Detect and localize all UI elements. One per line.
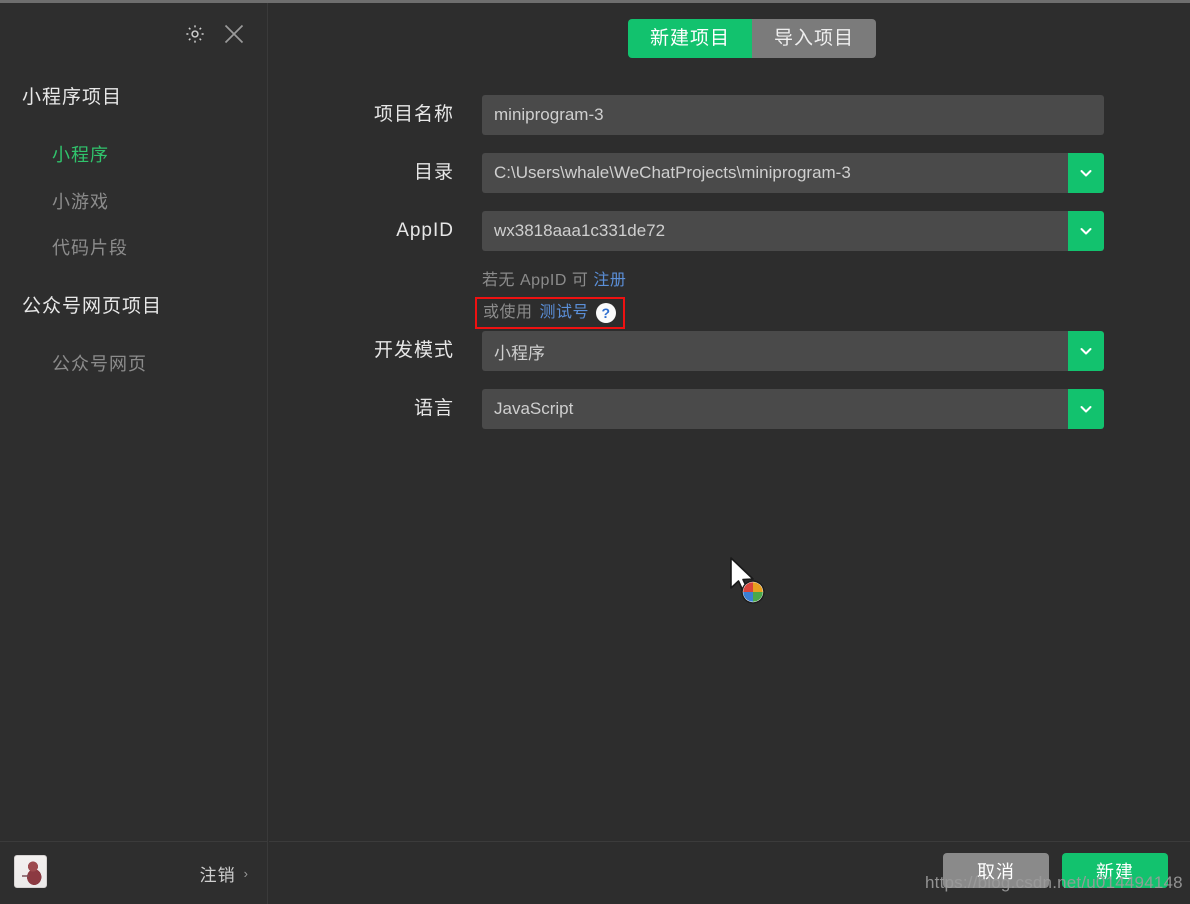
form-row-project-name: 项目名称 miniprogram-3 xyxy=(269,95,1190,153)
sidebar-item-official-account-page[interactable]: 公众号网页 xyxy=(52,350,147,376)
logout-button[interactable]: 注销 › xyxy=(200,861,249,886)
appid-input[interactable]: wx3818aaa1c331de72 xyxy=(482,211,1104,251)
sidebar-item-miniprogram[interactable]: 小程序 xyxy=(52,141,109,167)
tab-import-project[interactable]: 导入项目 xyxy=(752,19,877,58)
dev-mode-label: 开发模式 xyxy=(373,340,454,361)
sidebar-section-title-official-account: 公众号网页项目 xyxy=(22,296,163,317)
sidebar-item-label: 小程序 xyxy=(52,145,109,165)
close-icon[interactable] xyxy=(219,19,249,49)
appid-hint-prefix: 若无 AppID 可 xyxy=(482,272,594,289)
form-row-language: 语言 JavaScript xyxy=(269,389,1190,447)
appid-label: AppID xyxy=(396,220,454,241)
app-window: 小程序项目 小程序 小游戏 代码片段 公众号网页项目 公众号网页 注销 › 新建… xyxy=(0,0,1190,904)
sidebar-item-codesnippet[interactable]: 代码片段 xyxy=(52,234,128,260)
form-row-appid-hint: 若无 AppID 可 注册 或使用 测试号 ? xyxy=(269,269,1190,331)
test-account-link[interactable]: 测试号 xyxy=(540,301,590,324)
language-label: 语言 xyxy=(413,398,454,419)
avatar[interactable] xyxy=(14,855,47,888)
tab-label: 新建项目 xyxy=(650,28,731,49)
test-account-highlight-box: 或使用 测试号 ? xyxy=(475,297,626,329)
chevron-down-icon[interactable] xyxy=(1068,211,1104,251)
new-project-form: 项目名称 miniprogram-3 目录 C:\Users\whale\WeC… xyxy=(269,95,1190,447)
language-select[interactable]: JavaScript xyxy=(482,389,1104,429)
register-link[interactable]: 注册 xyxy=(593,272,626,289)
main-panel: 新建项目 导入项目 项目名称 miniprogram-3 目录 C:\Users… xyxy=(269,3,1190,904)
tab-new-project[interactable]: 新建项目 xyxy=(628,19,753,58)
main-footer: 取消 新建 xyxy=(269,841,1190,904)
appid-hint-prefix-2: 或使用 xyxy=(483,304,533,321)
sidebar-footer: 注销 › xyxy=(0,841,267,904)
project-name-value: miniprogram-3 xyxy=(494,105,604,124)
create-button[interactable]: 新建 xyxy=(1062,853,1168,888)
sidebar-item-minigame[interactable]: 小游戏 xyxy=(52,188,109,214)
dev-mode-select[interactable]: 小程序 xyxy=(482,331,1104,371)
form-row-appid: AppID wx3818aaa1c331de72 xyxy=(269,211,1190,269)
chevron-down-icon[interactable] xyxy=(1068,389,1104,429)
directory-value: C:\Users\whale\WeChatProjects\miniprogra… xyxy=(494,163,851,182)
form-row-directory: 目录 C:\Users\whale\WeChatProjects\minipro… xyxy=(269,153,1190,211)
language-value: JavaScript xyxy=(494,399,574,418)
project-name-input[interactable]: miniprogram-3 xyxy=(482,95,1104,135)
help-question-icon[interactable]: ? xyxy=(596,302,617,323)
logout-label: 注销 xyxy=(199,866,236,885)
cancel-button[interactable]: 取消 xyxy=(943,853,1049,888)
sidebar-item-label: 公众号网页 xyxy=(52,354,147,374)
chevron-right-icon: › xyxy=(243,866,249,881)
appid-hint-testaccount-line: 或使用 测试号 ? xyxy=(475,297,882,329)
chevron-down-icon[interactable] xyxy=(1068,153,1104,193)
appid-hint-register-line: 若无 AppID 可 注册 xyxy=(482,269,882,292)
directory-input[interactable]: C:\Users\whale\WeChatProjects\miniprogra… xyxy=(482,153,1104,193)
project-name-label: 项目名称 xyxy=(373,104,454,125)
directory-label: 目录 xyxy=(413,162,454,183)
appid-value: wx3818aaa1c331de72 xyxy=(494,221,666,240)
appid-hint-block: 若无 AppID 可 注册 或使用 测试号 ? xyxy=(475,269,882,329)
sidebar-titlebar xyxy=(0,3,268,61)
chevron-down-icon[interactable] xyxy=(1068,331,1104,371)
mouse-cursor-busy-icon xyxy=(727,556,767,606)
sidebar-section-title-miniprogram: 小程序项目 xyxy=(22,87,123,108)
sidebar-item-label: 小游戏 xyxy=(52,192,109,212)
sidebar: 小程序项目 小程序 小游戏 代码片段 公众号网页项目 公众号网页 注销 › xyxy=(0,3,268,904)
project-mode-tabs: 新建项目 导入项目 xyxy=(628,19,877,58)
gear-icon[interactable] xyxy=(181,20,209,48)
tab-label: 导入项目 xyxy=(774,28,855,49)
dev-mode-value: 小程序 xyxy=(494,343,545,363)
form-row-dev-mode: 开发模式 小程序 xyxy=(269,331,1190,389)
sidebar-item-label: 代码片段 xyxy=(52,238,128,258)
